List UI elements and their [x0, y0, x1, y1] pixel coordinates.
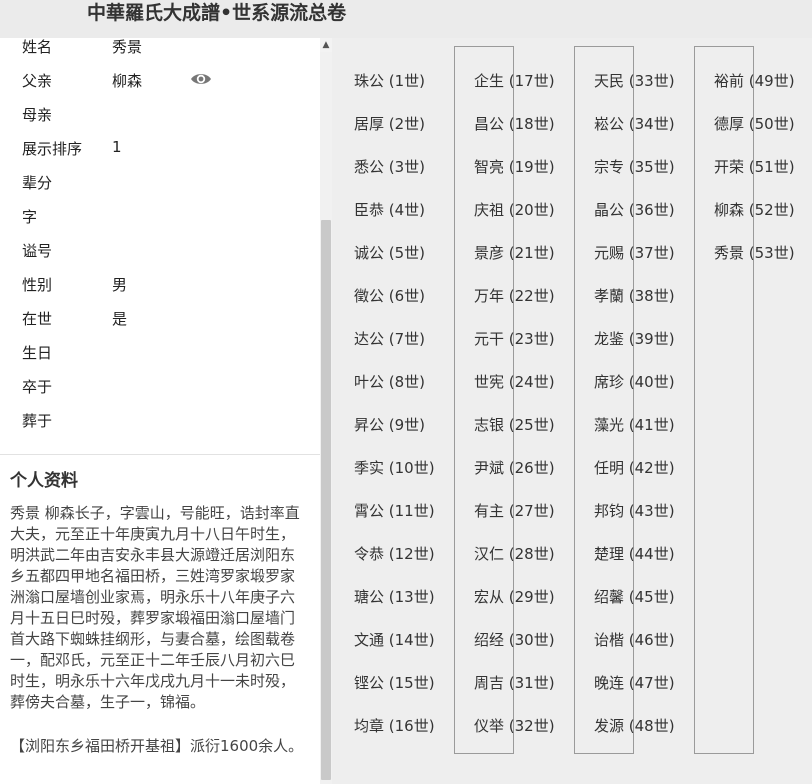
generation-item[interactable]: 龙鉴 (39世) [594, 328, 675, 349]
lineage-tree: 珠公 (1世) 居厚 (2世) 悉公 (3世) 臣恭 (4世) 诚公 (5世) 徵公 (6… [332, 38, 812, 784]
generation-item[interactable]: 柳森 (52世) [714, 199, 795, 220]
field-label: 展示排序 [22, 140, 83, 158]
generation-item[interactable]: 任明 (42世) [594, 457, 675, 478]
generation-item[interactable]: 景彦 (21世) [474, 242, 555, 263]
field-row: 葬于 [0, 403, 320, 437]
field-label: 在世 [22, 310, 53, 328]
generation-item[interactable]: 诚公 (5世) [354, 242, 425, 263]
generation-item[interactable]: 悉公 (3世) [354, 156, 425, 177]
field-label: 父亲 [22, 72, 53, 90]
generation-item[interactable]: 德厚 (50世) [714, 113, 795, 134]
generation-item[interactable]: 孝蘭 (38世) [594, 285, 675, 306]
generation-item[interactable]: 文通 (14世) [354, 629, 435, 650]
profile-panel: 姓名 秀景父亲 柳森母亲展示排序 1 辈分字谥号性别 男在世 是生日卒于葬于 个人资料 秀景… [0, 38, 320, 784]
generation-item[interactable]: 开荣 (51世) [714, 156, 795, 177]
field-value: 柳森 [112, 72, 143, 90]
generation-item[interactable]: 昌公 (18世) [474, 113, 555, 134]
generation-item[interactable]: 昇公 (9世) [354, 414, 425, 435]
generation-item[interactable]: 宏从 (29世) [474, 586, 555, 607]
field-row: 性别 男 [0, 267, 320, 301]
field-label: 姓名 [22, 38, 53, 56]
field-row: 卒于 [0, 369, 320, 403]
field-row: 母亲 [0, 97, 320, 131]
generation-item[interactable]: 周吉 (31世) [474, 672, 555, 693]
generation-item[interactable]: 达公 (7世) [354, 328, 425, 349]
generation-item[interactable]: 裕前 (49世) [714, 70, 795, 91]
divider [0, 454, 320, 455]
generation-item[interactable]: 天民 (33世) [594, 70, 675, 91]
generation-item[interactable]: 世宪 (24世) [474, 371, 555, 392]
field-value: 男 [112, 276, 128, 294]
scrollbar-thumb[interactable] [321, 220, 331, 780]
generation-item[interactable]: 宗专 (35世) [594, 156, 675, 177]
generation-item[interactable]: 席珍 (40世) [594, 371, 675, 392]
generation-item[interactable]: 元赐 (37世) [594, 242, 675, 263]
generation-item[interactable]: 仪举 (32世) [474, 715, 555, 736]
generation-item[interactable]: 铿公 (15世) [354, 672, 435, 693]
generation-item[interactable]: 邦钧 (43世) [594, 500, 675, 521]
generation-item[interactable]: 诒楷 (46世) [594, 629, 675, 650]
section-title: 个人资料 [10, 471, 78, 491]
field-label: 生日 [22, 344, 53, 362]
generation-item[interactable]: 绍馨 (45世) [594, 586, 675, 607]
header-bar: 中華羅氏大成譜•世系源流总卷 [0, 0, 812, 38]
generation-item[interactable]: 臣恭 (4世) [354, 199, 425, 220]
generation-item[interactable]: 汉仁 (28世) [474, 543, 555, 564]
field-label: 母亲 [22, 106, 53, 124]
bio-origin-text: 【浏阳东乡福田桥开基祖】派衍1600余人。 [10, 737, 304, 755]
field-label: 卒于 [22, 378, 53, 396]
generation-item[interactable]: 居厚 (2世) [354, 113, 425, 134]
generation-item[interactable]: 珠公 (1世) [354, 70, 425, 91]
scroll-up-arrow-icon[interactable]: ▲ [320, 38, 332, 52]
generation-item[interactable]: 有主 (27世) [474, 500, 555, 521]
field-row: 字 [0, 199, 320, 233]
generation-item[interactable]: 叶公 (8世) [354, 371, 425, 392]
field-label: 谥号 [22, 242, 53, 260]
field-row: 父亲 柳森 [0, 63, 320, 97]
field-row: 展示排序 1 [0, 131, 320, 165]
generation-item[interactable]: 崧公 (34世) [594, 113, 675, 134]
generation-item[interactable]: 季实 (10世) [354, 457, 435, 478]
generation-item[interactable]: 智亮 (19世) [474, 156, 555, 177]
generation-item[interactable]: 徵公 (6世) [354, 285, 425, 306]
generation-item[interactable]: 企生 (17世) [474, 70, 555, 91]
field-label: 辈分 [22, 174, 53, 192]
generation-item[interactable]: 霄公 (11世) [354, 500, 435, 521]
field-value: 是 [112, 310, 128, 328]
generation-item[interactable]: 瑭公 (13世) [354, 586, 435, 607]
profile-fields: 姓名 秀景父亲 柳森母亲展示排序 1 辈分字谥号性别 男在世 是生日卒于葬于 [0, 38, 320, 437]
generation-item[interactable]: 令恭 (12世) [354, 543, 435, 564]
generation-item[interactable]: 发源 (48世) [594, 715, 675, 736]
field-value: 1 [112, 138, 122, 156]
generation-item[interactable]: 庆祖 (20世) [474, 199, 555, 220]
generation-item[interactable]: 万年 (22世) [474, 285, 555, 306]
generation-item[interactable]: 秀景 (53世) [714, 242, 795, 263]
page-title: 中華羅氏大成譜•世系源流总卷 [87, 2, 347, 24]
generation-item[interactable]: 晚连 (47世) [594, 672, 675, 693]
field-row: 姓名 秀景 [0, 38, 320, 63]
field-label: 性别 [22, 276, 53, 294]
generation-item[interactable]: 尹斌 (26世) [474, 457, 555, 478]
field-label: 葬于 [22, 412, 53, 430]
field-row: 辈分 [0, 165, 320, 199]
field-row: 谥号 [0, 233, 320, 267]
generation-item[interactable]: 楚理 (44世) [594, 543, 675, 564]
field-value: 秀景 [112, 38, 143, 56]
generation-item[interactable]: 均章 (16世) [354, 715, 435, 736]
field-label: 字 [22, 208, 38, 226]
generation-item[interactable]: 元干 (23世) [474, 328, 555, 349]
bio-text: 秀景 柳森长子，字雲山，号能旺，诰封率直大夫，元至正十年庚寅九月十八日午时生，明… [10, 504, 300, 711]
generation-item[interactable]: 藻光 (41世) [594, 414, 675, 435]
eye-icon[interactable] [190, 71, 212, 87]
generation-item[interactable]: 晶公 (36世) [594, 199, 675, 220]
field-row: 在世 是 [0, 301, 320, 335]
field-row: 生日 [0, 335, 320, 369]
generation-item[interactable]: 绍经 (30世) [474, 629, 555, 650]
generation-item[interactable]: 志银 (25世) [474, 414, 555, 435]
connector-line [694, 46, 754, 754]
